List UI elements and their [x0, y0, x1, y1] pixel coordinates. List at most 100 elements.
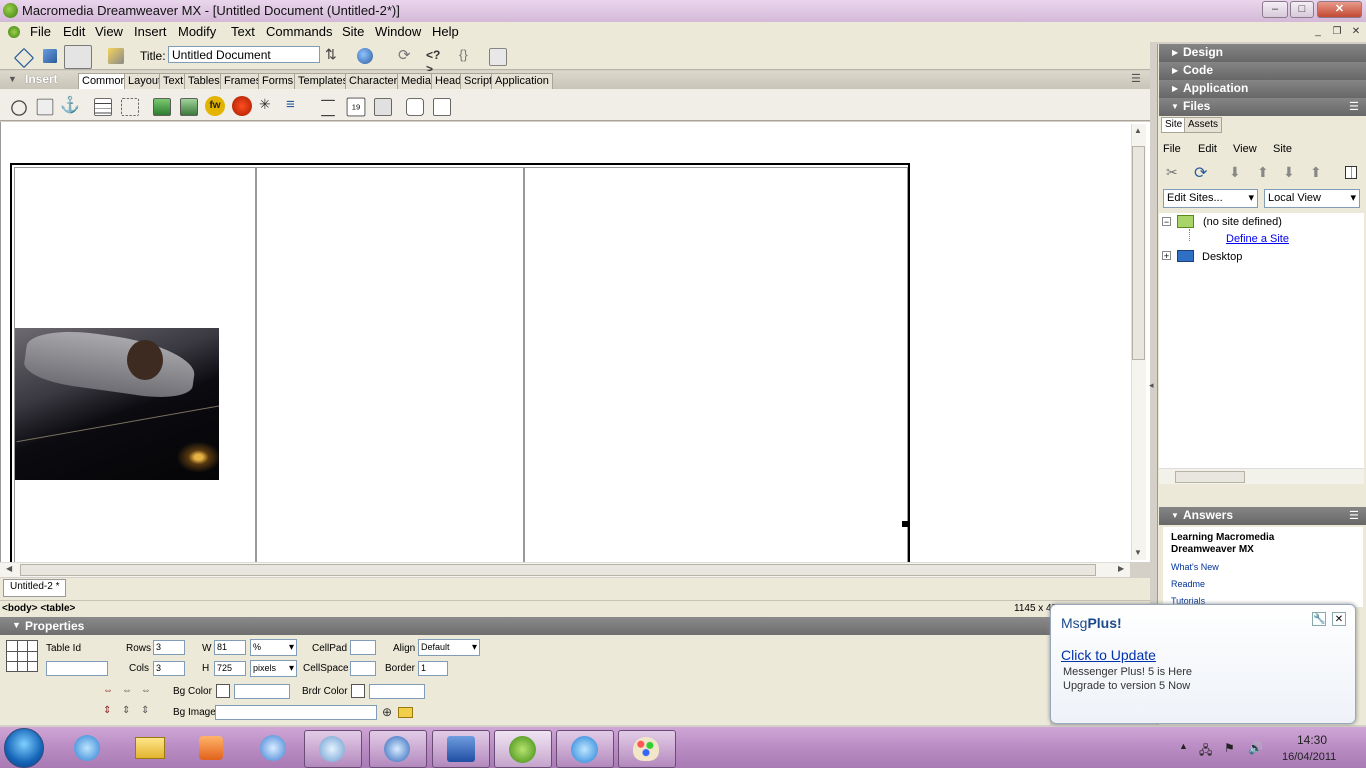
code-panel-header[interactable]: Code — [1159, 62, 1366, 80]
clear-column-widths-icon[interactable]: ⇔ — [103, 685, 113, 696]
menu-modify[interactable]: Modify — [178, 24, 216, 39]
collapse-arrow-icon[interactable]: ▼ — [1171, 511, 1179, 520]
files-horizontal-scrollbar[interactable] — [1159, 468, 1364, 484]
point-to-file-icon[interactable]: ⊕ — [382, 705, 392, 719]
doc-minimize-icon[interactable]: _ — [1311, 25, 1325, 39]
tabular-data-icon[interactable] — [374, 98, 392, 116]
check-in-icon[interactable]: ⬆ — [1310, 164, 1322, 181]
volume-icon[interactable]: 🔊 — [1248, 741, 1263, 755]
menu-edit[interactable]: Edit — [63, 24, 85, 39]
scroll-left-icon[interactable]: ◀ — [6, 564, 12, 573]
expand-arrow-icon[interactable]: ▶ — [1172, 48, 1178, 57]
menu-text[interactable]: Text — [231, 24, 255, 39]
hyperlink-icon[interactable] — [11, 100, 27, 116]
connect-icon[interactable]: ✂ — [1166, 164, 1178, 181]
update-tray-icon[interactable]: ⚑ — [1224, 741, 1235, 755]
bgcolor-field[interactable] — [234, 684, 290, 699]
doc-restore-icon[interactable]: ❐ — [1330, 25, 1344, 39]
menu-site[interactable]: Site — [342, 24, 364, 39]
close-button[interactable]: ✕ — [1317, 1, 1362, 18]
answers-panel-header[interactable]: Answers — [1159, 507, 1366, 525]
doc-close-icon[interactable]: ✕ — [1349, 25, 1363, 39]
tree-root-label[interactable]: (no site defined) — [1203, 216, 1282, 228]
panel-options-icon[interactable]: ☰ — [1131, 72, 1141, 85]
view-select[interactable]: Local View — [1264, 189, 1360, 208]
border-field[interactable]: 1 — [418, 661, 448, 676]
refresh-icon[interactable]: ⟳ — [1194, 163, 1207, 183]
menu-file[interactable]: File — [30, 24, 51, 39]
brdrcolor-field[interactable] — [369, 684, 425, 699]
meta-icon[interactable] — [433, 98, 451, 116]
cellpad-field[interactable] — [350, 640, 376, 655]
put-files-icon[interactable]: ⬆ — [1257, 164, 1269, 181]
tab-assets[interactable]: Assets — [1184, 117, 1223, 133]
properties-panel-header[interactable]: ▼ Properties — [0, 617, 1050, 635]
code-view-icon[interactable] — [13, 47, 35, 69]
clock-date[interactable]: 16/04/2011 — [1282, 751, 1336, 763]
files-panel-header[interactable]: Files — [1159, 98, 1366, 116]
fireworks-html-icon[interactable]: fw — [205, 96, 225, 116]
taskbar-itunes-pinned[interactable] — [246, 730, 302, 766]
expand-arrow-icon[interactable]: ▶ — [1172, 66, 1178, 75]
tab-site[interactable]: Site — [1161, 117, 1187, 133]
tree-desktop-label[interactable]: Desktop — [1202, 251, 1242, 263]
cols-field[interactable]: 3 — [153, 661, 185, 676]
application-panel-header[interactable]: Application — [1159, 80, 1366, 98]
files-scroll-thumb[interactable] — [1175, 471, 1245, 483]
convert-widths-percent-icon[interactable]: ⇔ — [141, 685, 151, 696]
taskbar-word[interactable] — [432, 730, 490, 768]
code-navigation-icon[interactable]: {} — [459, 47, 479, 67]
files-menu-edit[interactable]: Edit — [1198, 143, 1217, 155]
menu-insert[interactable]: Insert — [134, 24, 167, 39]
files-menu-file[interactable]: File — [1163, 143, 1181, 155]
height-field[interactable]: 725 — [214, 661, 246, 676]
expand-arrow-icon[interactable]: ▶ — [1172, 84, 1178, 93]
flash-icon[interactable] — [232, 96, 252, 116]
table-icon[interactable] — [94, 98, 112, 116]
collapse-arrow-icon[interactable]: ▼ — [8, 74, 17, 84]
scroll-up-icon[interactable]: ▲ — [1134, 126, 1142, 135]
scroll-down-icon[interactable]: ▼ — [1134, 548, 1142, 557]
email-link-icon[interactable] — [36, 98, 54, 116]
inserted-photo[interactable] — [15, 328, 219, 480]
taskbar-media-player[interactable] — [184, 730, 240, 766]
files-menu-site[interactable]: Site — [1273, 143, 1292, 155]
page-title-input[interactable]: Untitled Document — [168, 46, 320, 63]
horizontal-rule-icon[interactable]: ✳ — [259, 96, 279, 116]
get-files-icon[interactable]: ⬇ — [1229, 164, 1241, 181]
files-menu-view[interactable]: View — [1233, 143, 1257, 155]
image-icon[interactable] — [153, 98, 171, 116]
define-site-link[interactable]: Define a Site — [1226, 233, 1289, 245]
convert-heights-percent-icon[interactable]: ⇕ — [141, 705, 149, 716]
panel-collapse-icon[interactable]: ◂ — [1149, 380, 1154, 391]
bgimage-field[interactable] — [215, 705, 377, 720]
preview-browser-icon[interactable] — [357, 48, 373, 64]
clock-time[interactable]: 14:30 — [1297, 733, 1327, 747]
tree-collapse-icon[interactable]: − — [1162, 217, 1171, 227]
brdrcolor-swatch[interactable] — [351, 684, 365, 698]
bgcolor-swatch[interactable] — [216, 684, 230, 698]
table-cell[interactable] — [256, 167, 524, 563]
msgplus-notification[interactable]: MsgPlus! 🔧 ✕ Click to Update Messenger P… — [1050, 604, 1356, 724]
maximize-button[interactable]: □ — [1290, 1, 1314, 18]
rows-field[interactable]: 3 — [153, 640, 185, 655]
taskbar-dreamweaver[interactable] — [494, 730, 552, 768]
table-resize-handle[interactable] — [902, 521, 908, 527]
hr-icon[interactable] — [321, 99, 335, 117]
width-unit-select[interactable]: % — [250, 639, 297, 656]
clear-row-heights-icon[interactable]: ⇕ — [103, 705, 111, 716]
rollover-image-icon[interactable] — [180, 98, 198, 116]
taskbar-explorer[interactable] — [122, 730, 178, 766]
collapse-arrow-icon[interactable]: ▼ — [1171, 102, 1179, 111]
comment-icon[interactable] — [406, 98, 424, 116]
scroll-right-icon[interactable]: ▶ — [1118, 564, 1124, 573]
collapse-arrow-icon[interactable]: ▼ — [12, 620, 21, 630]
date-icon[interactable]: 19 — [346, 97, 366, 117]
minimize-button[interactable]: – — [1262, 1, 1288, 18]
panel-options-icon[interactable]: ☰ — [1349, 509, 1359, 522]
align-select[interactable]: Default — [418, 639, 480, 656]
folder-icon[interactable] — [398, 707, 413, 718]
network-tray-icon[interactable]: 🖧 — [1199, 741, 1212, 762]
taskbar-safari[interactable] — [304, 730, 362, 768]
menu-commands[interactable]: Commands — [266, 24, 332, 39]
